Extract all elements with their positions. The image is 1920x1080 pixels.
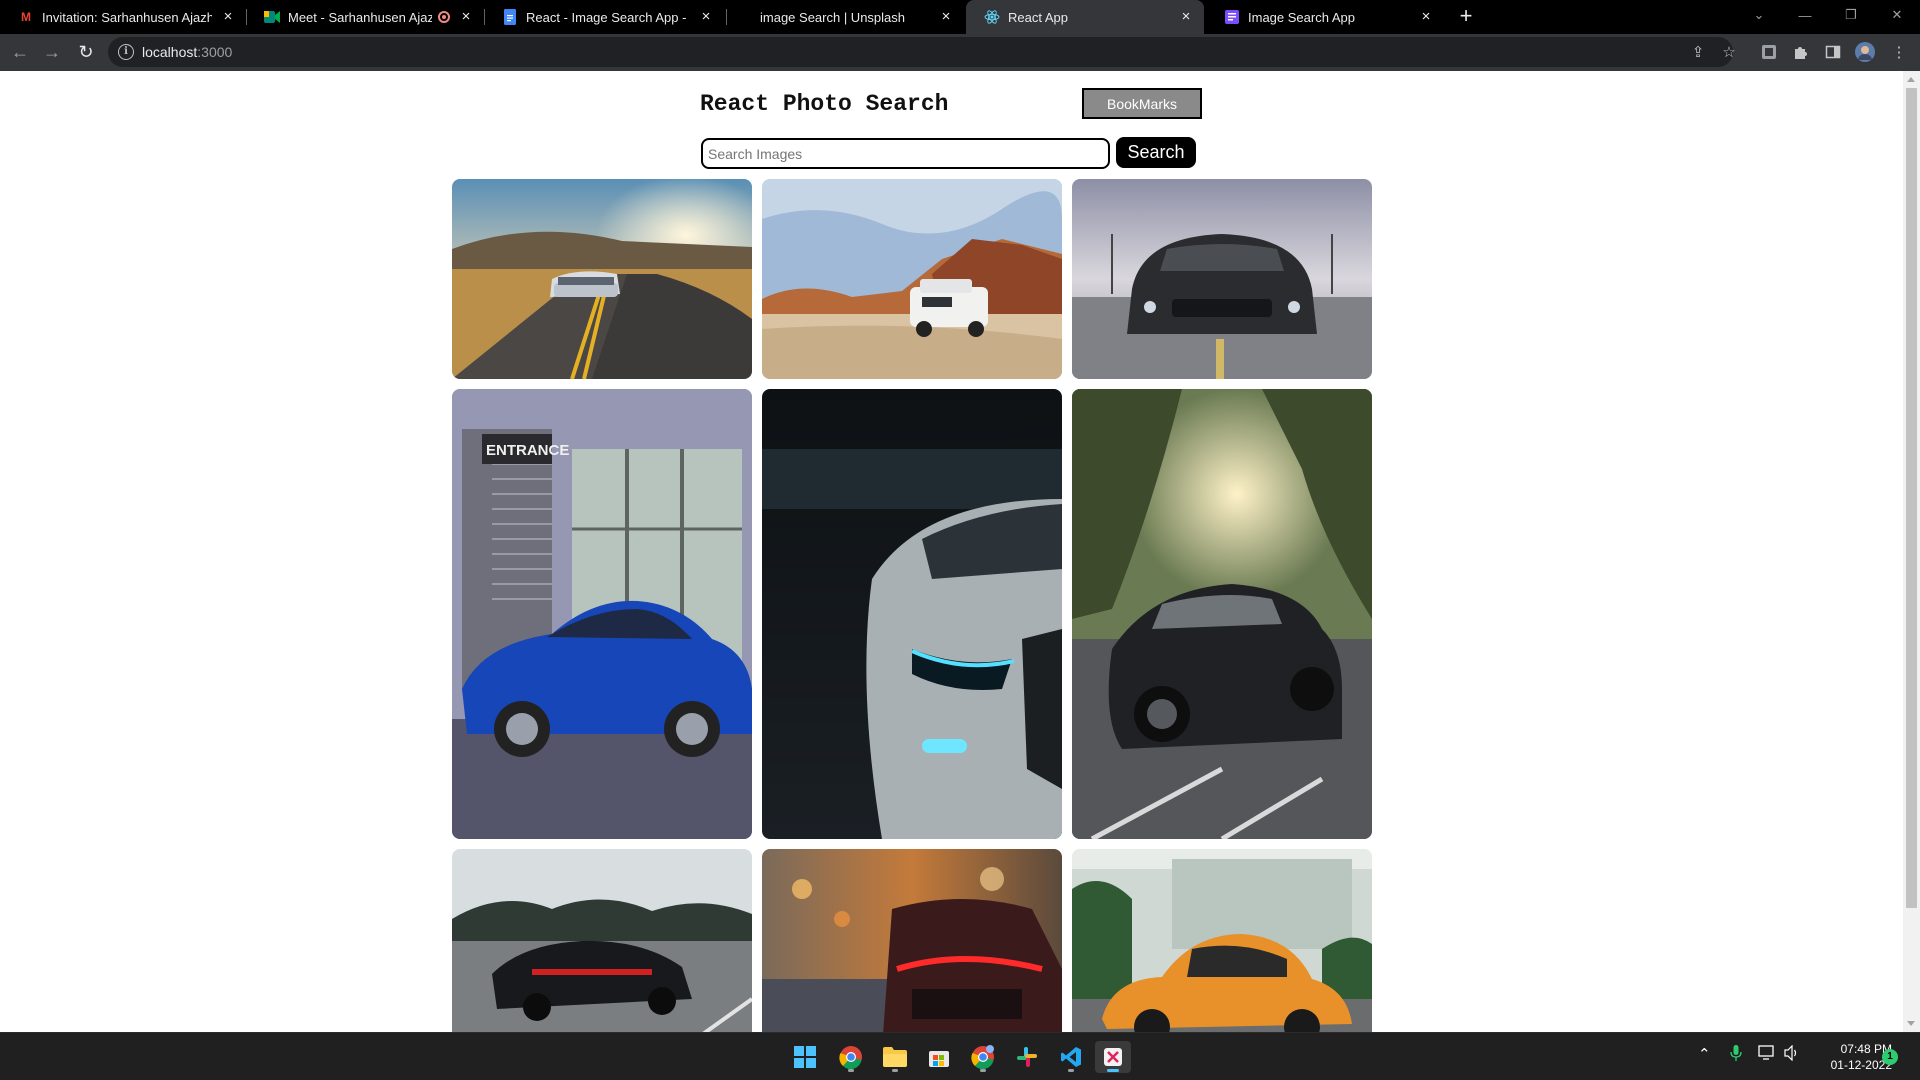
recording-icon: [438, 11, 450, 23]
tab-react-app[interactable]: React App ×: [966, 0, 1204, 34]
tab-title: image Search | Unsplash: [760, 9, 906, 25]
app-icon: [1224, 9, 1240, 25]
photo-card[interactable]: [1072, 179, 1372, 379]
tab-meet[interactable]: Meet - Sarhanhusen Ajazhus ×: [246, 0, 484, 34]
file-explorer-icon[interactable]: [877, 1041, 913, 1073]
chrome-profile-icon[interactable]: [965, 1041, 1001, 1073]
tab-search-icon[interactable]: ⌄: [1736, 0, 1782, 30]
photo-card[interactable]: [1072, 849, 1372, 1032]
google-docs-icon: [502, 9, 518, 25]
system-clock[interactable]: 07:48 PM 01-12-2022: [1812, 1041, 1892, 1073]
photo-card[interactable]: [762, 849, 1062, 1032]
running-indicator: [980, 1069, 986, 1072]
entrance-sign: ENTRANCE: [486, 442, 569, 459]
close-icon[interactable]: ×: [1418, 9, 1434, 25]
slack-icon[interactable]: [1009, 1041, 1045, 1073]
address-bar[interactable]: i localhost:3000: [108, 37, 1733, 67]
reload-icon[interactable]: ↻: [72, 38, 100, 66]
close-icon[interactable]: ×: [698, 9, 714, 25]
search-input[interactable]: [701, 138, 1110, 169]
snipping-tool-icon[interactable]: [1095, 1041, 1131, 1073]
photo-card[interactable]: [452, 849, 752, 1032]
tab-gmail[interactable]: M Invitation: Sarhanhusen Ajazhuse ×: [0, 0, 246, 34]
tab-title: Image Search App: [1248, 9, 1355, 25]
black-muscle-car-image: [1072, 179, 1372, 379]
scroll-down-icon[interactable]: [1907, 1021, 1915, 1026]
running-indicator: [848, 1069, 854, 1072]
silver-car-headlight-image: [762, 389, 1062, 839]
running-indicator: [1068, 1069, 1074, 1072]
clock-time: 07:48 PM: [1840, 1042, 1892, 1056]
blue-coupe-image: ENTRANCE: [452, 389, 752, 839]
clock-date: 01-12-2022: [1830, 1058, 1892, 1072]
car-road-sunset-image: [452, 179, 752, 379]
black-sedan-highway-image: [452, 849, 752, 1032]
avatar[interactable]: [1855, 42, 1875, 62]
store-icon[interactable]: [921, 1041, 957, 1073]
gmail-icon: M: [21, 10, 31, 24]
bookmark-star-icon[interactable]: ☆: [1719, 42, 1739, 62]
photo-card[interactable]: [762, 389, 1062, 839]
volume-icon[interactable]: [1784, 1044, 1800, 1065]
photo-card[interactable]: ENTRANCE: [452, 389, 752, 839]
notification-badge[interactable]: 1: [1882, 1049, 1898, 1065]
browser-toolbar: ← → ↻ i localhost:3000 ⇪ ☆ ⋮: [0, 34, 1920, 71]
photo-card[interactable]: [762, 179, 1062, 379]
tab-image-search-app[interactable]: Image Search App ×: [1206, 0, 1444, 34]
tab-title: Meet - Sarhanhusen Ajazhus: [288, 9, 432, 25]
page-scrollbar[interactable]: [1903, 71, 1920, 1032]
puzzle-icon[interactable]: [1791, 42, 1811, 62]
browser-tab-strip: M Invitation: Sarhanhusen Ajazhuse × Mee…: [0, 0, 1920, 34]
close-window-icon[interactable]: ✕: [1874, 0, 1920, 30]
restore-icon[interactable]: ❐: [1828, 0, 1874, 30]
minimize-icon[interactable]: —: [1782, 0, 1828, 30]
orange-beetle-image: [1072, 849, 1372, 1032]
photo-card[interactable]: [452, 179, 752, 379]
chrome-icon[interactable]: [833, 1041, 869, 1073]
extension-icon[interactable]: [1759, 42, 1779, 62]
react-icon: [984, 9, 1000, 25]
network-icon[interactable]: [1758, 1045, 1776, 1065]
scrollbar-thumb[interactable]: [1906, 88, 1917, 908]
google-meet-icon: [264, 9, 280, 25]
tab-unsplash[interactable]: image Search | Unsplash ×: [726, 0, 964, 34]
microphone-icon[interactable]: [1730, 1045, 1742, 1065]
search-button[interactable]: Search: [1116, 137, 1196, 168]
tab-google-docs[interactable]: React - Image Search App - Goo ×: [484, 0, 724, 34]
close-icon[interactable]: ×: [938, 9, 954, 25]
red-sports-car-city-image: [762, 849, 1062, 1032]
page-title: React Photo Search: [700, 91, 949, 117]
close-icon[interactable]: ×: [458, 9, 474, 25]
start-icon[interactable]: [787, 1041, 823, 1073]
taskbar: ⌃ 07:48 PM 01-12-2022 1: [0, 1032, 1920, 1080]
bookmarks-button[interactable]: BookMarks: [1082, 88, 1202, 119]
new-tab-button[interactable]: +: [1454, 5, 1478, 29]
forward-icon[interactable]: →: [38, 38, 66, 66]
scroll-up-icon[interactable]: [1907, 77, 1915, 82]
close-icon[interactable]: ×: [220, 9, 236, 25]
menu-icon[interactable]: ⋮: [1889, 42, 1909, 62]
close-icon[interactable]: ×: [1178, 9, 1194, 25]
suv-desert-image: [762, 179, 1062, 379]
vscode-icon[interactable]: [1053, 1041, 1089, 1073]
side-panel-icon[interactable]: [1823, 42, 1843, 62]
tab-title: React - Image Search App - Goo: [526, 9, 690, 25]
photo-card[interactable]: [1072, 389, 1372, 839]
muscle-car-parking-image: [1072, 389, 1372, 839]
page-viewport: React Photo Search BookMarks Search Imag…: [0, 71, 1920, 1032]
site-info-icon[interactable]: i: [118, 44, 134, 60]
share-icon[interactable]: ⇪: [1688, 42, 1708, 62]
running-indicator: [1107, 1069, 1119, 1072]
tab-title: React App: [1008, 9, 1068, 25]
back-icon[interactable]: ←: [6, 38, 34, 66]
show-hidden-icons-icon[interactable]: ⌃: [1698, 1045, 1711, 1063]
running-indicator: [892, 1069, 898, 1072]
url-text: localhost:3000: [142, 44, 233, 60]
tab-title: Invitation: Sarhanhusen Ajazhuse: [42, 9, 212, 25]
